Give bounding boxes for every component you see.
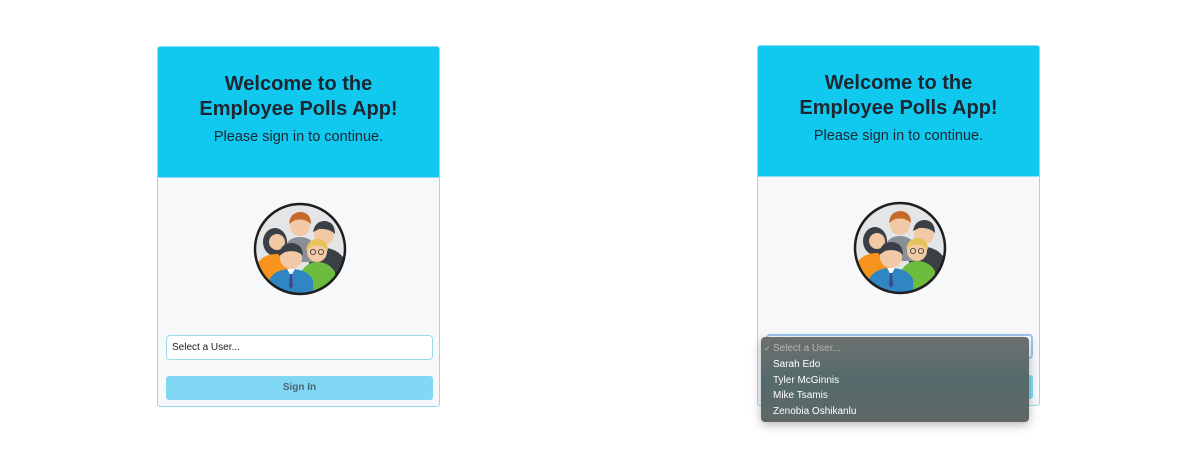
- group-of-employees-icon: [853, 201, 947, 295]
- dropdown-option-zenobia-oshikanlu[interactable]: Zenobia Oshikanlu: [761, 404, 1029, 420]
- group-of-employees-icon: [253, 202, 347, 296]
- login-card-header: Welcome to the Employee Polls App! Pleas…: [158, 47, 439, 178]
- user-select[interactable]: Select a User...: [166, 335, 433, 360]
- page-subtitle: Please sign in to continue.: [213, 129, 384, 145]
- page-subtitle: Please sign in to continue.: [813, 128, 984, 144]
- dropdown-option-tyler-mcginnis[interactable]: Tyler McGinnis: [761, 373, 1029, 389]
- dropdown-option-sarah-edo[interactable]: Sarah Edo: [761, 357, 1029, 373]
- user-dropdown-menu: ✓ Select a User... Sarah Edo Tyler McGin…: [761, 337, 1029, 422]
- title-line-1: Welcome to the: [824, 72, 973, 94]
- dropdown-option-label: Select a User...: [773, 343, 841, 354]
- title-line-1: Welcome to the: [224, 73, 373, 95]
- page-title: Welcome to the Employee Polls App!: [158, 72, 439, 122]
- dropdown-option-placeholder[interactable]: ✓ Select a User...: [761, 341, 1029, 357]
- title-line-2: Employee Polls App!: [799, 97, 998, 119]
- title-line-2: Employee Polls App!: [199, 98, 398, 120]
- checkmark-icon: ✓: [764, 344, 771, 353]
- login-card-header: Welcome to the Employee Polls App! Pleas…: [758, 46, 1039, 177]
- page-title: Welcome to the Employee Polls App!: [758, 71, 1039, 121]
- login-card: Welcome to the Employee Polls App! Pleas…: [157, 46, 440, 407]
- sign-in-button[interactable]: Sign In: [166, 376, 433, 400]
- dropdown-option-mike-tsamis[interactable]: Mike Tsamis: [761, 388, 1029, 404]
